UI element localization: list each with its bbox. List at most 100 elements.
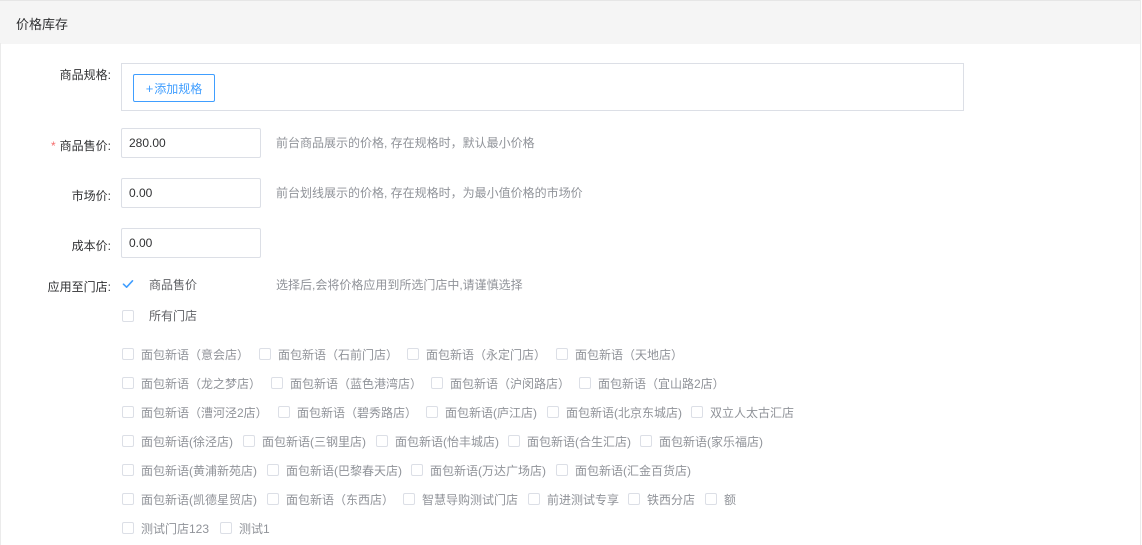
store-checkbox[interactable] <box>556 348 568 360</box>
store-option[interactable]: 面包新语(徐泾店) <box>122 433 233 449</box>
store-name: 面包新语（沪闵路店） <box>450 376 571 391</box>
store-option[interactable]: 铁西分店 <box>628 491 695 507</box>
store-option[interactable]: 面包新语(万达广场店) <box>411 462 546 478</box>
store-checkbox[interactable] <box>278 406 290 418</box>
store-name: 面包新语(巴黎春天店) <box>286 463 402 478</box>
store-checkbox[interactable] <box>403 493 415 505</box>
store-checkbox[interactable] <box>122 406 134 418</box>
store-name: 面包新语(黄浦新苑店) <box>141 463 257 478</box>
store-name: 面包新语(家乐福店) <box>659 434 763 449</box>
store-name: 面包新语（永定门店） <box>426 347 547 362</box>
store-checkbox[interactable] <box>122 464 134 476</box>
store-option[interactable]: 面包新语(三钢里店) <box>243 433 366 449</box>
plus-icon: + <box>145 80 154 96</box>
store-checkbox[interactable] <box>426 406 438 418</box>
store-option[interactable]: 前进测试专享 <box>528 491 619 507</box>
store-option[interactable]: 面包新语（天地店） <box>556 346 683 362</box>
store-option[interactable]: 面包新语(庐江店) <box>426 404 537 420</box>
price-input[interactable] <box>121 128 261 158</box>
market-price-input[interactable] <box>121 178 261 208</box>
section-title: 价格库存 <box>16 17 69 32</box>
store-checkbox[interactable] <box>508 435 520 447</box>
store-checkbox[interactable] <box>122 348 134 360</box>
store-option[interactable]: 面包新语（意会店） <box>122 346 249 362</box>
store-name: 面包新语(徐泾店) <box>141 434 233 449</box>
store-name: 面包新语(三钢里店) <box>262 434 366 449</box>
price-hint: 前台商品展示的价格, 存在规格时，默认最小价格 <box>276 136 535 150</box>
market-price-hint: 前台划线展示的价格, 存在规格时，为最小值价格的市场价 <box>276 186 583 200</box>
all-stores-checkbox[interactable] <box>122 310 134 322</box>
store-name: 面包新语（天地店） <box>575 347 684 362</box>
store-checkbox[interactable] <box>122 377 134 389</box>
store-name: 面包新语（宜山路2店） <box>598 376 725 391</box>
store-option[interactable]: 智慧导购测试门店 <box>403 491 518 507</box>
store-checkbox[interactable] <box>122 522 134 534</box>
store-name: 面包新语(万达广场店) <box>430 463 546 478</box>
store-checkbox[interactable] <box>431 377 443 389</box>
store-option[interactable]: 面包新语（龙之梦店） <box>122 375 261 391</box>
section-header: 价格库存 <box>0 0 1140 44</box>
store-checkbox[interactable] <box>220 522 232 534</box>
store-option[interactable]: 面包新语（沪闵路店） <box>431 375 570 391</box>
store-name: 面包新语（东西店） <box>286 492 395 507</box>
store-name: 面包新语(凯德星贸店) <box>141 492 257 507</box>
store-checkbox[interactable] <box>122 493 134 505</box>
store-option[interactable]: 面包新语(怡丰城店) <box>376 433 499 449</box>
store-name: 面包新语（漕河泾2店） <box>141 405 268 420</box>
panel-right-border <box>1140 0 1141 545</box>
store-name: 额 <box>724 492 737 507</box>
add-spec-button[interactable]: + 添加规格 <box>133 74 215 102</box>
add-spec-button-label: 添加规格 <box>154 81 203 96</box>
all-stores-label: 所有门店 <box>149 309 198 323</box>
store-option[interactable]: 面包新语（石前门店） <box>259 346 398 362</box>
store-checkbox[interactable] <box>705 493 717 505</box>
store-option[interactable]: 面包新语（漕河泾2店） <box>122 404 268 420</box>
store-option[interactable]: 面包新语（碧秀路店） <box>278 404 417 420</box>
store-checkbox[interactable] <box>271 377 283 389</box>
store-checkbox[interactable] <box>376 435 388 447</box>
store-checkbox[interactable] <box>267 464 279 476</box>
store-option[interactable]: 面包新语(凯德星贸店) <box>122 491 257 507</box>
store-option[interactable]: 面包新语(合生汇店) <box>508 433 631 449</box>
store-checkbox[interactable] <box>243 435 255 447</box>
store-option[interactable]: 测试门店123 <box>122 520 209 536</box>
store-option[interactable]: 额 <box>705 491 736 507</box>
spec-label: 商品规格: <box>59 68 111 82</box>
store-option[interactable]: 面包新语(汇金百货店) <box>556 462 691 478</box>
store-name: 双立人太古汇店 <box>710 405 795 420</box>
store-checkbox[interactable] <box>267 493 279 505</box>
store-option[interactable]: 面包新语（东西店） <box>267 491 394 507</box>
store-name: 面包新语(怡丰城店) <box>395 434 499 449</box>
store-name: 面包新语（石前门店） <box>278 347 399 362</box>
store-checkbox[interactable] <box>579 377 591 389</box>
store-name: 面包新语(汇金百货店) <box>575 463 691 478</box>
store-option[interactable]: 面包新语（蓝色港湾店） <box>271 375 422 391</box>
store-checkbox[interactable] <box>411 464 423 476</box>
check-icon <box>122 280 134 288</box>
store-option[interactable]: 面包新语（宜山路2店） <box>579 375 725 391</box>
store-checkbox[interactable] <box>556 464 568 476</box>
store-option[interactable]: 面包新语(家乐福店) <box>640 433 763 449</box>
store-checkbox[interactable] <box>628 493 640 505</box>
store-checkbox[interactable] <box>259 348 271 360</box>
store-checkbox[interactable] <box>122 435 134 447</box>
store-checkbox[interactable] <box>528 493 540 505</box>
store-option[interactable]: 面包新语（永定门店） <box>407 346 546 362</box>
apply-price-checkbox[interactable] <box>122 278 134 290</box>
store-option[interactable]: 双立人太古汇店 <box>691 404 794 420</box>
store-checkbox[interactable] <box>547 406 559 418</box>
required-mark: * <box>50 139 56 153</box>
cost-price-label: 成本价: <box>71 239 111 253</box>
store-option[interactable]: 面包新语(北京东城店) <box>547 404 682 420</box>
store-name: 面包新语(北京东城店) <box>566 405 682 420</box>
store-name: 前进测试专享 <box>547 492 620 507</box>
store-option[interactable]: 面包新语(黄浦新苑店) <box>122 462 257 478</box>
store-checkbox[interactable] <box>640 435 652 447</box>
store-checkbox[interactable] <box>407 348 419 360</box>
store-name: 面包新语（龙之梦店） <box>141 376 262 391</box>
store-checkbox[interactable] <box>691 406 703 418</box>
store-option[interactable]: 测试1 <box>220 520 270 536</box>
store-option[interactable]: 面包新语(巴黎春天店) <box>267 462 402 478</box>
cost-price-input[interactable] <box>121 228 261 258</box>
store-name: 智慧导购测试门店 <box>422 492 519 507</box>
